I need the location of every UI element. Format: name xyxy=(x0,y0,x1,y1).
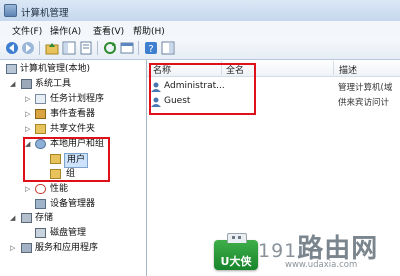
column-description[interactable]: 描述 xyxy=(339,63,357,76)
watermark-url: www.udaxia.com xyxy=(285,260,358,270)
action-pane-icon[interactable] xyxy=(161,41,175,55)
menu-help[interactable]: 帮助(H) xyxy=(133,24,165,37)
tree-item-label: 设备管理器 xyxy=(50,199,96,209)
column-divider[interactable] xyxy=(333,61,334,75)
device-manager-icon xyxy=(35,199,46,209)
window-title: 计算机管理 xyxy=(21,8,69,19)
navigation-tree: 计算机管理(本地) ◢ 系统工具 ▷ 任务计划程序 ▷ 事件查看器 ▷ 共享文件… xyxy=(0,60,147,276)
watermark-digits: 191 xyxy=(258,240,298,262)
logo-text: U大侠 xyxy=(220,255,252,268)
clock-icon xyxy=(35,94,46,104)
svg-text:?: ? xyxy=(148,44,153,55)
help-icon[interactable]: ? xyxy=(144,41,158,55)
export-list-icon[interactable] xyxy=(120,41,134,55)
refresh-icon[interactable] xyxy=(103,41,117,55)
tree-item-performance[interactable]: ▷ 性能 xyxy=(0,183,146,196)
tree-item-system-tools[interactable]: ◢ 系统工具 xyxy=(0,78,146,91)
expand-arrow-icon[interactable]: ▷ xyxy=(10,244,15,252)
tree-item-event-viewer[interactable]: ▷ 事件查看器 xyxy=(0,108,146,121)
expand-arrow-icon[interactable]: ▷ xyxy=(25,125,30,133)
disk-icon xyxy=(35,228,46,238)
tree-item-label: 任务计划程序 xyxy=(50,94,105,104)
expand-arrow-icon[interactable]: ▷ xyxy=(25,110,30,118)
performance-icon xyxy=(35,184,46,194)
storage-icon xyxy=(21,213,32,223)
computer-icon xyxy=(6,64,17,74)
title-bar: 计算机管理 xyxy=(0,0,400,22)
tree-item-label: 计算机管理(本地) xyxy=(20,64,91,74)
collapse-arrow-icon[interactable]: ◢ xyxy=(10,214,15,222)
menu-view[interactable]: 查看(V) xyxy=(93,24,124,37)
user-description: 管理计算机(域 xyxy=(338,83,393,93)
collapse-arrow-icon[interactable]: ◢ xyxy=(10,80,15,88)
tree-item-label: 服务和应用程序 xyxy=(35,243,99,253)
udaxia-logo: U大侠 xyxy=(214,233,258,270)
menu-action[interactable]: 操作(A) xyxy=(50,24,81,37)
tree-item-shared-folders[interactable]: ▷ 共享文件夹 xyxy=(0,123,146,136)
menu-file[interactable]: 文件(F) xyxy=(12,24,42,37)
services-icon xyxy=(21,243,32,253)
user-description: 供来宾访问计 xyxy=(338,98,390,108)
highlight-box-users xyxy=(149,63,256,115)
highlight-box-local-users xyxy=(23,137,110,182)
forward-arrow-icon[interactable] xyxy=(21,41,35,55)
toolbar-separator xyxy=(97,41,98,55)
tree-item-label: 共享文件夹 xyxy=(50,124,96,134)
tree-item-label: 磁盘管理 xyxy=(50,228,87,238)
tools-icon xyxy=(21,79,32,89)
shared-folder-icon xyxy=(35,124,46,134)
tree-item-label: 性能 xyxy=(50,184,69,194)
expand-arrow-icon[interactable]: ▷ xyxy=(25,185,30,193)
tree-item-disk-management[interactable]: 磁盘管理 xyxy=(0,227,146,240)
menu-bar: 文件(F) 操作(A) 查看(V) 帮助(H) xyxy=(0,21,400,38)
tree-item-label: 存储 xyxy=(35,213,54,223)
up-folder-icon[interactable] xyxy=(45,41,59,55)
tree-item-label: 事件查看器 xyxy=(50,109,96,119)
tree-item-services-apps[interactable]: ▷ 服务和应用程序 xyxy=(0,242,146,255)
show-hide-tree-icon[interactable] xyxy=(62,41,76,55)
back-arrow-icon[interactable] xyxy=(5,41,19,55)
expand-arrow-icon[interactable]: ▷ xyxy=(25,95,30,103)
tree-item-computer-management[interactable]: 计算机管理(本地) xyxy=(0,63,146,76)
computer-management-icon xyxy=(4,4,17,17)
tree-item-task-scheduler[interactable]: ▷ 任务计划程序 xyxy=(0,93,146,106)
tree-item-label: 系统工具 xyxy=(35,79,72,89)
usb-plug-icon xyxy=(227,233,247,243)
toolbar-separator xyxy=(138,41,139,55)
properties-icon[interactable] xyxy=(79,41,93,55)
event-log-icon xyxy=(35,109,46,119)
toolbar: ? xyxy=(0,37,400,60)
tree-item-storage[interactable]: ◢ 存储 xyxy=(0,212,146,225)
tree-item-device-manager[interactable]: 设备管理器 xyxy=(0,198,146,211)
toolbar-separator xyxy=(39,41,40,55)
